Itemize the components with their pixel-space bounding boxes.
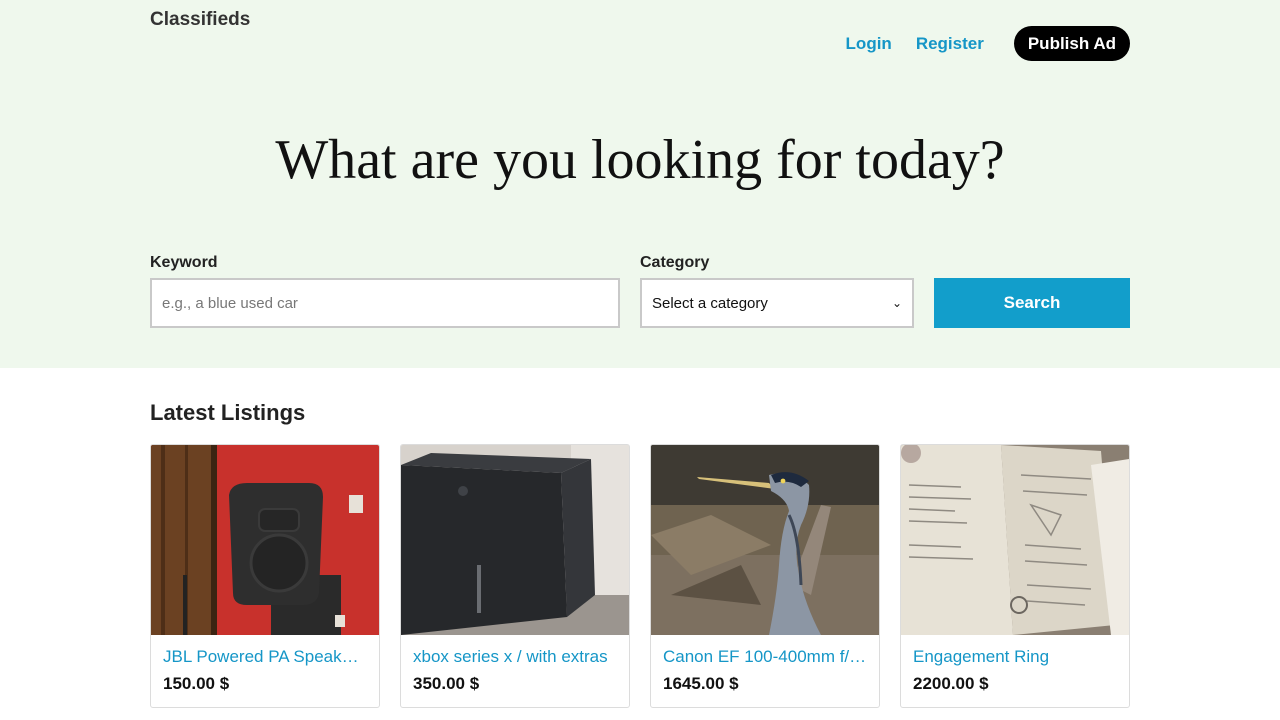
latest-listings-heading: Latest Listings [150, 400, 306, 425]
listing-price: 1645.00 $ [663, 674, 739, 693]
listing-title[interactable]: xbox series x / with extras [413, 647, 617, 667]
pa-speaker-photo[interactable] [151, 445, 379, 635]
listing-title[interactable]: Engagement Ring [913, 647, 1117, 667]
category-selected-value: Select a category [652, 294, 768, 312]
heron-photo[interactable] [651, 445, 879, 635]
listing-price: 2200.00 $ [913, 674, 989, 693]
search-button[interactable]: Search [934, 278, 1130, 328]
listings-grid: JBL Powered PA Speaker… 150.00 $ xbox se… [150, 444, 1130, 708]
top-nav: Login Register Publish Ad [846, 26, 1130, 61]
listing-price: 150.00 $ [163, 674, 230, 693]
listing-title[interactable]: JBL Powered PA Speaker… [163, 647, 367, 667]
listing-card[interactable]: Engagement Ring 2200.00 $ [900, 444, 1130, 708]
listing-price: 350.00 $ [413, 674, 480, 693]
publish-ad-button[interactable]: Publish Ad [1013, 26, 1130, 61]
certificate-photo[interactable] [901, 445, 1129, 635]
listing-card[interactable]: xbox series x / with extras 350.00 $ [400, 444, 630, 708]
keyword-label: Keyword [150, 254, 218, 271]
login-link[interactable]: Login [846, 34, 892, 54]
chevron-down-icon: ⌄ [891, 296, 902, 310]
listing-title[interactable]: Canon EF 100-400mm f/4… [663, 647, 867, 667]
category-select[interactable]: Select a category ⌄ [640, 278, 914, 328]
site-logo[interactable]: Classifieds [150, 9, 250, 31]
listing-card[interactable]: JBL Powered PA Speaker… 150.00 $ [150, 444, 380, 708]
category-label: Category [640, 254, 710, 271]
xbox-console-photo[interactable] [401, 445, 629, 635]
keyword-input[interactable] [150, 278, 620, 328]
register-link[interactable]: Register [916, 34, 984, 54]
hero-section: Classifieds Login Register Publish Ad Wh… [0, 0, 1280, 368]
listing-card[interactable]: Canon EF 100-400mm f/4… 1645.00 $ [650, 444, 880, 708]
hero-headline: What are you looking for today? [275, 129, 1005, 191]
